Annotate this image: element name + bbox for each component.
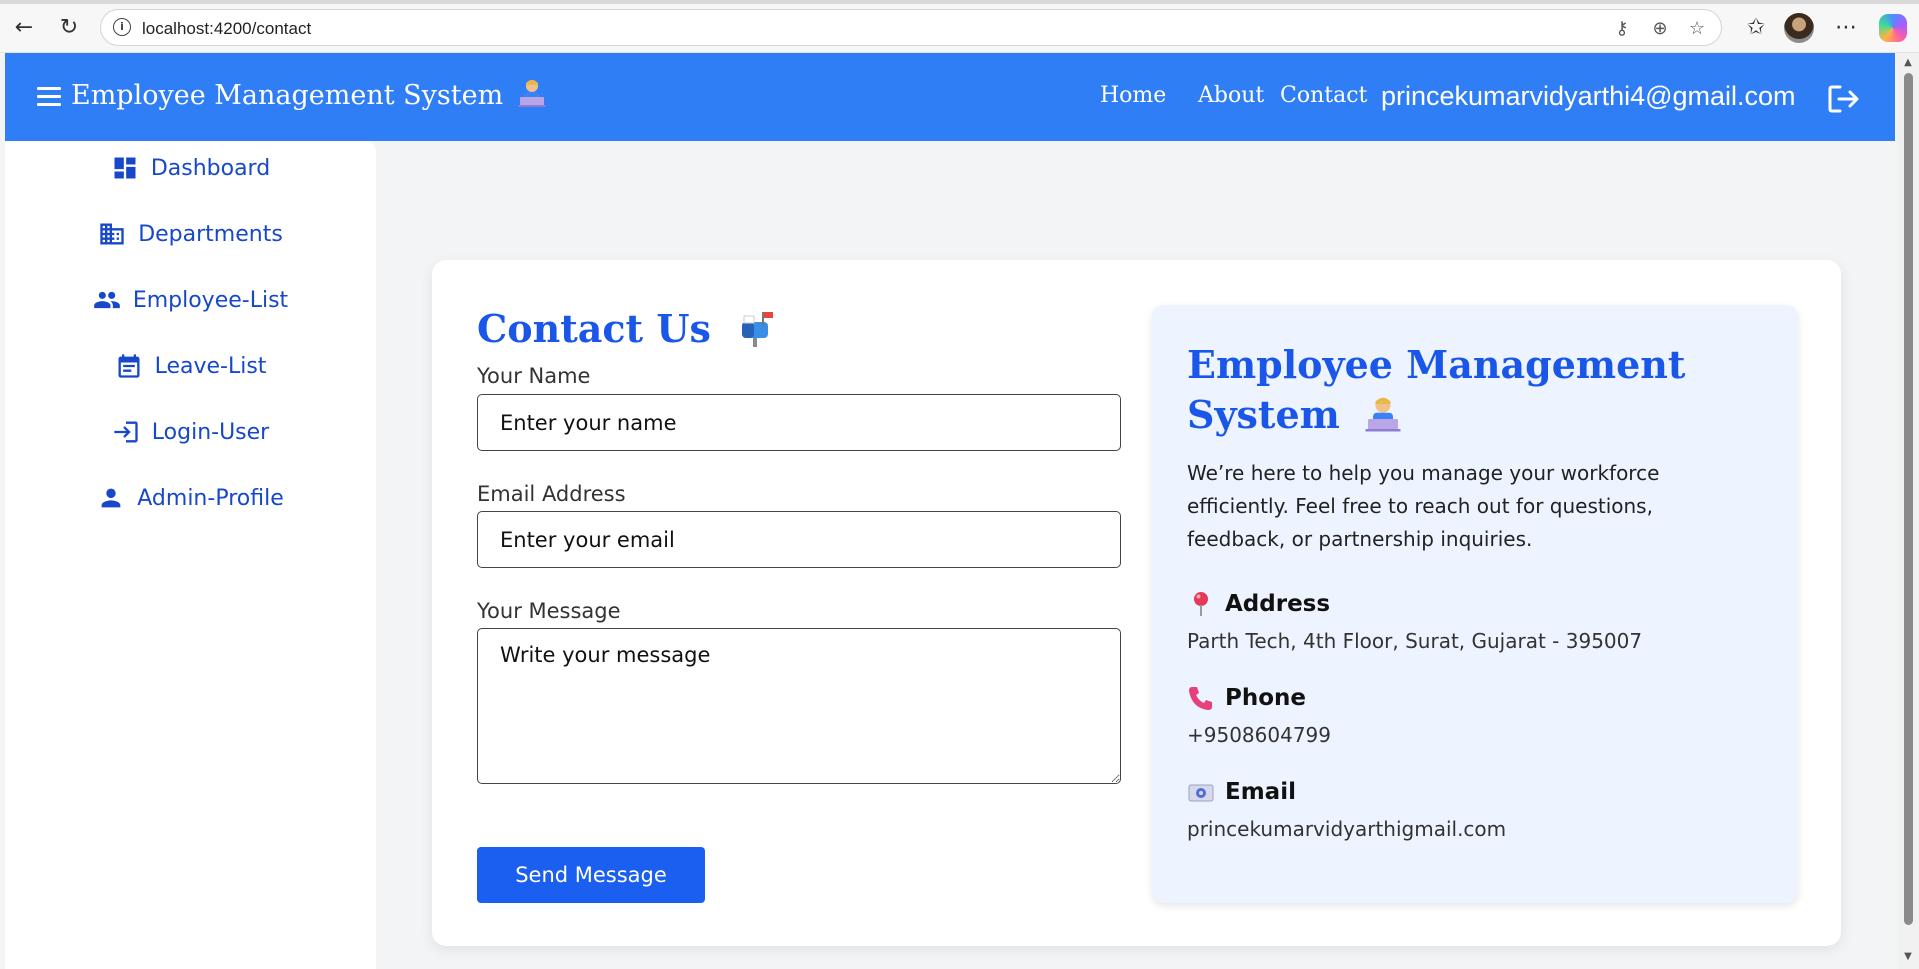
send-message-button[interactable]: Send Message: [477, 847, 705, 903]
people-icon: [93, 291, 120, 309]
calendar-icon: [118, 354, 140, 378]
key-icon[interactable]: ⚷: [1609, 16, 1635, 42]
sidebar: Dashboard Departments Employee-List Leav…: [5, 141, 376, 969]
name-label: Your Name: [477, 364, 591, 388]
email-heading: Email: [1187, 778, 1296, 806]
email-input[interactable]: [477, 511, 1121, 568]
back-icon[interactable]: ←: [9, 12, 39, 42]
scroll-up-icon[interactable]: ▲: [1902, 57, 1914, 69]
address-value: Parth Tech, 4th Floor, Surat, Gujarat - …: [1187, 629, 1643, 653]
sidebar-item-dashboard[interactable]: Dashboard: [5, 148, 376, 188]
sidebar-item-employee-list[interactable]: Employee-List: [5, 280, 376, 320]
address-bar[interactable]: i localhost:4200/contact ⚷ ⊕ ☆: [100, 9, 1722, 46]
phone-value: +9508604799: [1187, 723, 1332, 747]
app-navbar: Employee Management System Home About Co…: [5, 53, 1895, 141]
more-options-icon[interactable]: ⋯: [1831, 12, 1861, 42]
mailbox-emoji-icon: [742, 312, 774, 347]
email-label: Email Address: [477, 482, 626, 506]
sidebar-item-departments[interactable]: Departments: [5, 214, 376, 254]
technologist-emoji-icon: [517, 80, 546, 107]
address-heading: Address: [1187, 590, 1330, 618]
nav-link-contact[interactable]: Contact: [1280, 83, 1367, 108]
user-email: princekumarvidyarthi4@gmail.com: [1381, 81, 1796, 111]
nav-link-home[interactable]: Home: [1100, 83, 1166, 108]
page-scrollbar[interactable]: ▲ ▼: [1897, 53, 1919, 969]
nav-link-about[interactable]: About: [1198, 83, 1264, 108]
technologist-emoji-icon: [1365, 397, 1401, 432]
site-info-icon[interactable]: i: [113, 18, 131, 36]
info-panel: Employee Management System We’re here to…: [1152, 305, 1798, 903]
building-icon: [100, 223, 124, 245]
phone-heading: Phone: [1187, 684, 1306, 712]
tab-strip: [0, 0, 1919, 4]
profile-avatar[interactable]: [1784, 13, 1814, 43]
browser-toolbar: ← ↻ i localhost:4200/contact ⚷ ⊕ ☆ ✩ ⋯: [0, 0, 1919, 53]
email-icon: [1188, 784, 1214, 802]
contact-title: Contact Us: [477, 306, 778, 351]
brand-title[interactable]: Employee Management System: [71, 77, 548, 111]
sidebar-item-leave-list[interactable]: Leave-List: [5, 346, 376, 386]
logout-icon[interactable]: [1828, 85, 1860, 113]
zoom-icon[interactable]: ⊕: [1647, 16, 1673, 42]
dashboard-icon: [114, 157, 136, 179]
info-title: Employee Management System: [1187, 342, 1686, 437]
hamburger-menu-icon[interactable]: [37, 87, 61, 107]
scroll-down-icon[interactable]: ▼: [1902, 951, 1914, 963]
phone-icon: [1189, 687, 1212, 710]
login-icon: [114, 421, 138, 443]
sidebar-item-login-user[interactable]: Login-User: [5, 412, 376, 452]
message-textarea[interactable]: [477, 628, 1121, 784]
favorite-star-icon[interactable]: ☆: [1684, 16, 1710, 42]
person-icon: [101, 488, 121, 508]
pin-icon: [1194, 592, 1208, 616]
scroll-thumb[interactable]: [1904, 73, 1913, 925]
copilot-icon[interactable]: [1879, 14, 1907, 42]
sidebar-item-admin-profile[interactable]: Admin-Profile: [5, 478, 376, 518]
info-description: We’re here to help you manage your workf…: [1187, 461, 1660, 551]
message-label: Your Message: [477, 599, 621, 623]
contact-card: Contact Us Your Name Email Address Your …: [432, 260, 1841, 946]
name-input[interactable]: [477, 394, 1121, 451]
refresh-icon[interactable]: ↻: [54, 12, 84, 42]
url-text[interactable]: localhost:4200/contact: [142, 19, 311, 39]
email-value: princekumarvidyarthigmail.com: [1187, 817, 1507, 841]
favorites-icon[interactable]: ✩: [1741, 12, 1771, 42]
